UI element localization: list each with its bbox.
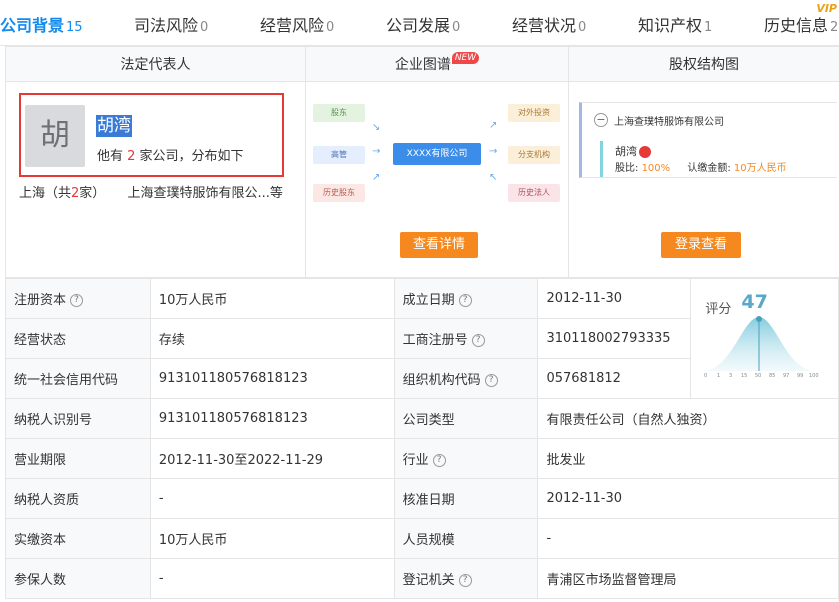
collapse-icon[interactable]: − [594, 113, 608, 127]
legal-rep-region: 上海（共2家） 上海查璞特服饰有限公...等 [19, 186, 283, 201]
summary-cards: 法定代表人 胡 胡湾 他有 2 家公司，分布如下 上海（共2家） 上海查璞特服饰… [5, 46, 839, 278]
score-tick: 97 [783, 373, 789, 379]
enterprise-graph-title: 企业图谱 NEW [306, 46, 568, 82]
table-row: 参保人数 - 登记机关? 青浦区市场监督管理局 [5, 558, 839, 599]
arrow-icon: → [489, 146, 498, 157]
help-icon[interactable]: ? [432, 454, 446, 467]
graph-node-center-company: XXXX有限公司 [393, 143, 481, 165]
legal-rep-title: 法定代表人 [6, 46, 305, 82]
graph-node-shareholder: 股东 [313, 104, 365, 122]
score-panel: 评分 47 0 1 3 15 50 85 97 99 100 [690, 278, 839, 399]
company-info-table: 注册资本? 10万人民币 成立日期? 2012-11-30 评分 47 0 1 … [5, 278, 839, 599]
score-tick: 0 [704, 373, 707, 379]
help-icon[interactable]: ? [484, 374, 498, 387]
table-row: 注册资本? 10万人民币 成立日期? 2012-11-30 评分 47 0 1 … [5, 278, 839, 399]
score-tick: 15 [741, 373, 747, 379]
score-tick: 85 [769, 373, 775, 379]
help-icon[interactable]: ? [458, 294, 472, 307]
arrow-icon: ↘ [372, 122, 381, 133]
person-tag-icon [639, 146, 651, 158]
score-marker [756, 316, 763, 322]
legal-rep-name[interactable]: 胡湾 [96, 115, 132, 137]
tab-bar: 公司背景 15 司法风险 0 经营风险 0 公司发展 0 经营状况 0 知识产权 1 历史信… [0, 0, 839, 46]
equity-structure-title: 股权结构图 [569, 46, 839, 82]
tab-judicial-risk[interactable]: 司法风险 0 [134, 12, 208, 36]
graph-node-investment: 对外投资 [508, 104, 560, 122]
arrow-icon: ↗ [489, 120, 498, 131]
score-curve-chart: 0 1 3 15 50 85 97 99 100 [703, 316, 819, 379]
company-link[interactable]: 上海查璞特服饰有限公...等 [127, 186, 282, 201]
equity-company-row: − 上海查璞特服饰有限公司 [594, 113, 724, 128]
vip-badge: VIP [816, 2, 837, 15]
view-details-button[interactable]: 查看详情 [400, 232, 478, 258]
tab-operating-risk[interactable]: 经营风险 0 [260, 12, 334, 36]
graph-node-history-shareholder: 历史股东 [313, 184, 365, 202]
score-tick: 3 [729, 373, 732, 379]
help-icon[interactable]: ? [70, 294, 84, 307]
score-tick: 1 [717, 373, 720, 379]
graph-node-branch: 分支机构 [508, 146, 560, 164]
avatar: 胡 [25, 105, 85, 167]
equity-person-row: 胡湾 股比: 100% 认缴金额: 10万人民币 [600, 141, 832, 177]
equity-structure-card: 股权结构图 − 上海查璞特服饰有限公司 胡湾 股比: 100% 认缴金额: 10… [569, 46, 839, 278]
arrow-icon: ↖ [489, 172, 498, 183]
legal-rep-highlight: 胡 胡湾 他有 2 家公司，分布如下 [19, 93, 284, 177]
help-icon[interactable]: ? [458, 574, 472, 587]
arrow-icon: → [372, 146, 381, 157]
enterprise-graph-card: 企业图谱 NEW 股东 高管 历史股东 ↘ → ↗ XXXX有限公司 ↗ → ↖ … [306, 46, 569, 278]
graph-node-history-legal: 历史法人 [508, 184, 560, 202]
tab-history-info[interactable]: 历史信息 2 [764, 12, 838, 36]
table-row: 纳税人识别号 913101180576818123 公司类型 有限责任公司（自然… [5, 398, 839, 439]
help-icon[interactable]: ? [471, 334, 485, 347]
table-row: 营业期限 2012-11-30至2022-11-29 行业? 批发业 [5, 438, 839, 479]
tab-company-development[interactable]: 公司发展 0 [386, 12, 460, 36]
equity-tree: − 上海查璞特服饰有限公司 胡湾 股比: 100% 认缴金额: 10万人民币 [579, 102, 837, 178]
legal-rep-card: 法定代表人 胡 胡湾 他有 2 家公司，分布如下 上海（共2家） 上海查璞特服饰… [5, 46, 306, 278]
table-row: 纳税人资质 - 核准日期 2012-11-30 [5, 478, 839, 519]
table-row: 实缴资本 10万人民币 人员规模 - [5, 518, 839, 559]
graph-node-executive: 高管 [313, 146, 365, 164]
legal-rep-desc: 他有 2 家公司，分布如下 [97, 149, 244, 164]
tab-business-status[interactable]: 经营状况 0 [512, 12, 586, 36]
tab-intellectual-property[interactable]: 知识产权 1 [638, 12, 712, 36]
score-tick: 99 [797, 373, 803, 379]
arrow-icon: ↗ [372, 172, 381, 183]
score-tick: 100 [809, 373, 819, 379]
tab-company-background[interactable]: 公司背景 15 [0, 12, 83, 36]
score-tick: 50 [755, 373, 761, 379]
login-view-button[interactable]: 登录查看 [661, 232, 741, 258]
new-badge: NEW [451, 52, 480, 64]
